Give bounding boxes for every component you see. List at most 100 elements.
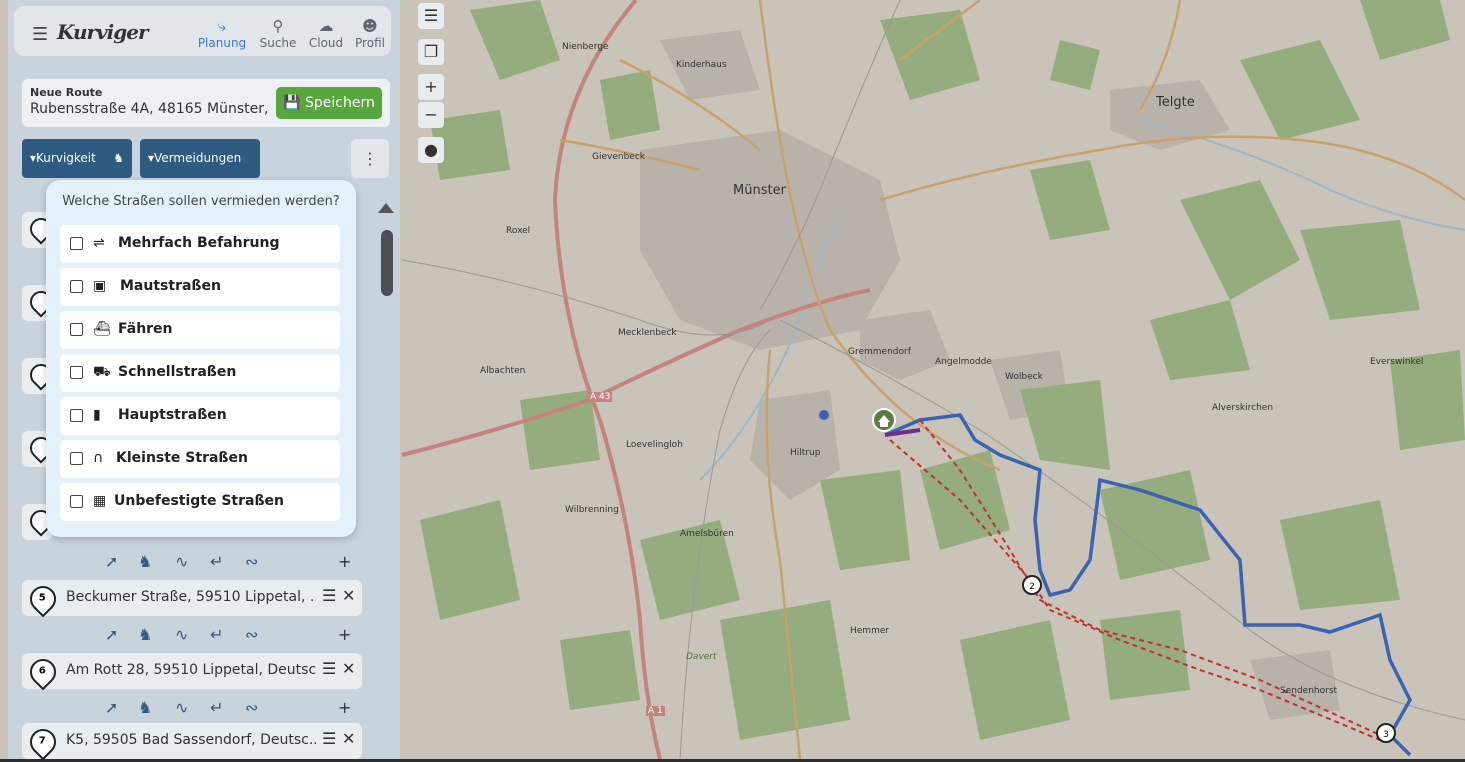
- save-icon: 💾: [283, 95, 301, 111]
- map-label-albachten: Albachten: [480, 366, 526, 376]
- add-waypoint-button[interactable]: +: [338, 625, 351, 644]
- waypoint-marker-3[interactable]: 3: [1376, 723, 1396, 743]
- checkbox[interactable]: [70, 452, 83, 465]
- checkbox[interactable]: [70, 366, 83, 379]
- motorcyclist-icon[interactable]: ♞: [138, 625, 152, 644]
- remove-icon[interactable]: ✕: [342, 586, 355, 605]
- map-label-muenster: Münster: [733, 183, 786, 198]
- route-header: Neue Route Rubensstraße 4A, 48165 Münste…: [22, 79, 390, 127]
- waypoint-row-7[interactable]: 7 K5, 59505 Bad Sassendorf, Deutsc... ☰ …: [22, 723, 362, 761]
- drag-handle-icon[interactable]: ☰: [322, 659, 336, 678]
- add-waypoint-button[interactable]: +: [338, 552, 351, 571]
- remove-icon[interactable]: ✕: [342, 659, 355, 678]
- scrollbar-thumb[interactable]: [381, 230, 393, 296]
- popup-question: Welche Straßen sollen vermieden werden?: [62, 194, 340, 209]
- map-label-roxel: Roxel: [506, 226, 531, 236]
- zoom-out-button[interactable]: −: [418, 102, 444, 128]
- checkbox[interactable]: [70, 409, 83, 422]
- profile-icon: ☻: [362, 17, 378, 35]
- road-label-a43: A 43: [588, 392, 613, 402]
- segment-options-row: ➚ ♞ ∿ ↵ ∾ +: [100, 698, 360, 720]
- pin-icon: 5: [24, 580, 62, 618]
- car-icon: ⛟: [93, 364, 111, 380]
- save-button[interactable]: 💾 Speichern: [276, 87, 382, 119]
- nav-tab-suche[interactable]: ⚲ Suche: [252, 16, 304, 50]
- waypoint-address[interactable]: K5, 59505 Bad Sassendorf, Deutsc...: [66, 732, 316, 748]
- checkbox[interactable]: [70, 237, 83, 250]
- waypoint-row-6[interactable]: 6 Am Rott 28, 59510 Lippetal, Deutsc... …: [22, 653, 362, 691]
- zoom-in-button[interactable]: +: [418, 74, 444, 100]
- waypoint-address[interactable]: Am Rott 28, 59510 Lippetal, Deutsc...: [66, 662, 316, 678]
- fastest-icon[interactable]: ➚: [105, 698, 118, 717]
- fastest-icon[interactable]: ➚: [105, 625, 118, 644]
- nav-tab-planung[interactable]: ⤷ Planung: [196, 16, 248, 50]
- checkbox[interactable]: [70, 323, 83, 336]
- locate-pin-icon[interactable]: ●: [418, 137, 444, 163]
- add-waypoint-button[interactable]: +: [338, 698, 351, 717]
- route-planning-icon: ⤷: [217, 17, 227, 35]
- drag-handle-icon[interactable]: ☰: [322, 729, 336, 748]
- top-navigation: ☰ Kurviger ⤷ Planung ⚲ Suche ☁ Cloud ☻ Profi…: [14, 6, 391, 56]
- avoid-option-maut[interactable]: ▣ Mautstraßen: [60, 268, 340, 306]
- main-road-icon: ▮: [93, 407, 101, 423]
- drag-handle-icon[interactable]: ☰: [322, 586, 336, 605]
- search-icon: ⚲: [272, 17, 284, 35]
- hamburger-icon[interactable]: ☰: [32, 24, 48, 45]
- map-label-angelmodde: Angelmodde: [935, 357, 992, 367]
- pin-icon: 6: [24, 653, 62, 691]
- remove-icon[interactable]: ✕: [342, 729, 355, 748]
- more-options-button[interactable]: ⋮: [351, 139, 389, 178]
- avoid-option-hauptstrassen[interactable]: ▮ Hauptstraßen: [60, 397, 340, 435]
- kurvigkeit-dropdown[interactable]: ▾Kurvigkeit ♞: [22, 139, 132, 178]
- route-start-address[interactable]: Rubensstraße 4A, 48165 Münster,...: [30, 101, 270, 117]
- avoid-option-faehren[interactable]: ⛴ Fähren: [60, 311, 340, 349]
- checkbox[interactable]: [70, 495, 83, 508]
- location-dot: [819, 410, 829, 420]
- curvy-icon[interactable]: ∿: [175, 698, 188, 717]
- overlay-icon[interactable]: ❐: [418, 39, 444, 65]
- map-label-gievenbeck: Gievenbeck: [592, 152, 645, 162]
- small-road-icon: ∩: [93, 450, 104, 466]
- map-label-kinderhaus: Kinderhaus: [676, 60, 727, 70]
- map-label-nienberge: Nienberge: [562, 42, 609, 52]
- vermeidungen-dropdown[interactable]: ▾Vermeidungen: [140, 139, 260, 178]
- map-label-gremmendorf: Gremmendorf: [848, 347, 911, 357]
- map-label-hemmer: Hemmer: [850, 626, 890, 636]
- svg-text:2: 2: [1029, 582, 1035, 592]
- scroll-up-arrow-icon[interactable]: [378, 203, 394, 213]
- unpaved-road-icon: ▦: [93, 493, 107, 509]
- super-curvy-icon[interactable]: ∾: [245, 625, 258, 644]
- curvy-icon[interactable]: ∿: [175, 552, 188, 571]
- avoid-option-mehrfach[interactable]: ⇌ Mehrfach Befahrung: [60, 225, 340, 263]
- app-logo[interactable]: Kurviger: [57, 20, 148, 44]
- motorcyclist-icon[interactable]: ♞: [138, 552, 152, 571]
- map-label-wilbrenning: Wilbrenning: [565, 505, 619, 515]
- motorcyclist-icon[interactable]: ♞: [138, 698, 152, 717]
- avoid-option-schnellstrassen[interactable]: ⛟ Schnellstraßen: [60, 354, 340, 392]
- super-curvy-icon[interactable]: ∾: [245, 698, 258, 717]
- waypoint-row-5[interactable]: 5 Beckumer Straße, 59510 Lippetal, ... ☰…: [22, 580, 362, 618]
- map-label-hiltrup: Hiltrup: [790, 448, 821, 458]
- map-label-alverskirchen: Alverskirchen: [1212, 403, 1274, 413]
- extra-curvy-icon[interactable]: ↵: [210, 552, 223, 571]
- super-curvy-icon[interactable]: ∾: [245, 552, 258, 571]
- checkbox[interactable]: [70, 280, 83, 293]
- curvy-icon[interactable]: ∿: [175, 625, 188, 644]
- route-title: Neue Route: [30, 86, 103, 99]
- shuffle-icon: ⇌: [93, 235, 105, 251]
- nav-tab-profil[interactable]: ☻ Profil: [344, 16, 396, 50]
- avoid-option-unbefestigt[interactable]: ▦ Unbefestigte Straßen: [60, 483, 340, 521]
- start-marker[interactable]: [872, 408, 896, 432]
- map-label-davert: Davert: [686, 652, 717, 662]
- layers-icon[interactable]: ☰: [418, 3, 444, 29]
- road-label-a1: A 1: [646, 706, 665, 716]
- extra-curvy-icon[interactable]: ↵: [210, 698, 223, 717]
- motorcyclist-icon: ♞: [113, 151, 124, 165]
- waypoint-marker-2[interactable]: 2: [1022, 575, 1042, 595]
- waypoint-address[interactable]: Beckumer Straße, 59510 Lippetal, ...: [66, 589, 316, 605]
- fastest-icon[interactable]: ➚: [105, 552, 118, 571]
- avoid-roads-popup: Welche Straßen sollen vermieden werden? …: [46, 180, 356, 537]
- avoid-option-kleinste[interactable]: ∩ Kleinste Straßen: [60, 440, 340, 478]
- extra-curvy-icon[interactable]: ↵: [210, 625, 223, 644]
- ferry-icon: ⛴: [93, 321, 111, 337]
